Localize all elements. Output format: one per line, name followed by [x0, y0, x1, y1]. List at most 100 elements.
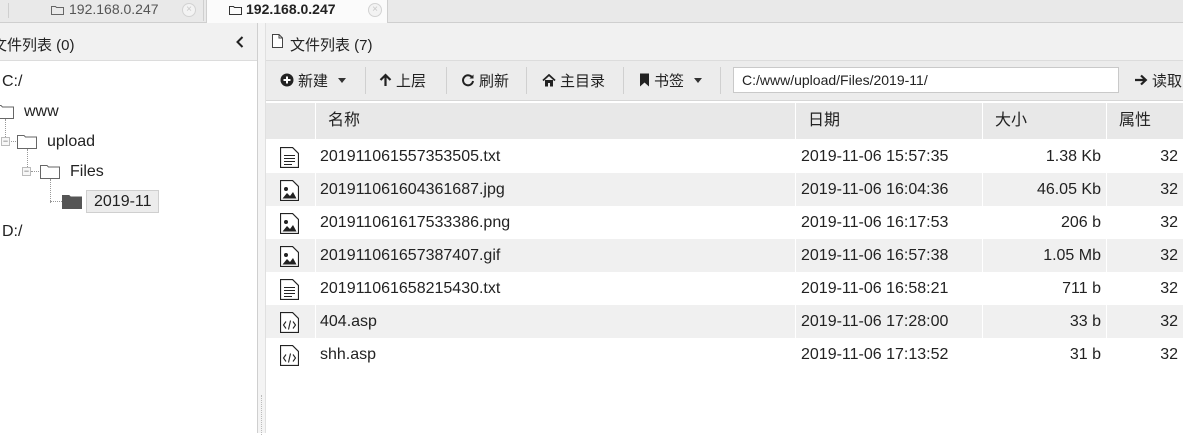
chevron-down-icon: [338, 77, 347, 83]
file-date: 2019-11-06 16:04:36: [801, 181, 949, 198]
file-name[interactable]: 201911061617533386.png: [320, 206, 510, 239]
table-row[interactable]: 201911061658215430.txt 2019-11-06 16:58:2…: [266, 272, 1183, 305]
file-name[interactable]: 404.asp: [320, 305, 377, 338]
text-file-icon: [280, 279, 299, 300]
file-date: 2019-11-06 16:57:38: [801, 247, 949, 264]
tree-node-drive-c[interactable]: C:/: [2, 73, 22, 91]
file-size: 31 b: [1069, 346, 1101, 363]
column-divider: [1106, 272, 1107, 305]
tree-node-2019-11-selected[interactable]: 2019-11: [86, 190, 159, 213]
image-file-icon: [280, 180, 299, 201]
arrow-up-icon: [379, 73, 392, 86]
close-icon[interactable]: ×: [368, 3, 382, 17]
column-divider: [315, 140, 316, 173]
file-date: 2019-11-06 16:17:53: [801, 214, 949, 231]
tree-node-www[interactable]: www: [24, 103, 59, 121]
file-name[interactable]: 201911061604361687.jpg: [320, 173, 505, 206]
image-file-icon: [280, 246, 299, 267]
up-button[interactable]: 上层: [379, 69, 426, 91]
file-size: 1.38 Kb: [1045, 148, 1101, 165]
file-date: 2019-11-06 16:58:21: [801, 280, 949, 297]
column-divider: [795, 239, 796, 272]
toolbar-divider: [365, 67, 366, 94]
table-row[interactable]: shh.asp 2019-11-06 17:13:52 31 b 32: [266, 338, 1183, 371]
path-input[interactable]: [733, 67, 1119, 93]
tab-bar: 192.168.0.247 × 192.168.0.247 ×: [0, 0, 1183, 23]
file-list-header: 文件列表 (7): [266, 23, 1183, 61]
file-list-title: 文件列表 (7): [290, 37, 373, 54]
file-attr: 32: [1160, 214, 1178, 231]
arrow-right-icon: [1135, 74, 1148, 86]
file-name[interactable]: 201911061657387407.gif: [320, 239, 500, 272]
column-divider: [795, 338, 796, 371]
tree-panel-header: 文件列表 (0): [0, 23, 257, 61]
folder-icon: [229, 6, 242, 15]
column-divider: [795, 305, 796, 338]
text-file-icon: [280, 147, 299, 168]
file-date: 2019-11-06 15:57:35: [801, 148, 949, 165]
tab-connection-2[interactable]: 192.168.0.247 ×: [206, 0, 388, 23]
refresh-button-label: 刷新: [479, 72, 510, 90]
file-name[interactable]: shh.asp: [320, 338, 376, 371]
folder-icon: [62, 195, 82, 209]
column-divider: [795, 140, 796, 173]
code-file-icon: [280, 312, 299, 333]
bookmark-button-label: 书签: [654, 72, 685, 90]
column-header-size[interactable]: 大小: [982, 103, 1106, 139]
chevron-left-icon[interactable]: [234, 35, 246, 49]
refresh-button[interactable]: 刷新: [461, 69, 509, 91]
column-divider: [315, 305, 316, 338]
table-row[interactable]: 201911061617533386.png 2019-11-06 16:17:5…: [266, 206, 1183, 239]
table-row[interactable]: 201911061657387407.gif 2019-11-06 16:57:3…: [266, 239, 1183, 272]
tree-node-upload[interactable]: upload: [47, 133, 95, 151]
toolbar-divider: [623, 67, 624, 94]
file-attr: 32: [1160, 148, 1178, 165]
splitter-grip[interactable]: [261, 395, 263, 435]
file-date: 2019-11-06 17:28:00: [801, 313, 949, 330]
toolbar-divider: [446, 67, 447, 94]
column-divider: [315, 272, 316, 305]
file-name[interactable]: 201911061557353505.txt: [320, 140, 500, 173]
collapse-toggle-icon[interactable]: −: [1, 137, 10, 146]
file-name[interactable]: 201911061658215430.txt: [320, 272, 500, 305]
tab-label: 192.168.0.247: [69, 1, 159, 17]
home-icon: [542, 73, 556, 86]
tab-edge: [0, 3, 9, 18]
table-row[interactable]: 201911061557353505.txt 2019-11-06 15:57:3…: [266, 140, 1183, 173]
home-button[interactable]: 主目录: [542, 69, 605, 91]
column-divider: [795, 272, 796, 305]
plus-circle-icon: [280, 73, 294, 87]
new-button[interactable]: 新建: [280, 69, 347, 91]
column-divider: [315, 239, 316, 272]
column-divider: [1106, 305, 1107, 338]
column-divider: [1106, 206, 1107, 239]
column-divider: [795, 206, 796, 239]
column-divider: [795, 173, 796, 206]
tab-label: 192.168.0.247: [246, 1, 336, 17]
column-header-date[interactable]: 日期: [795, 103, 982, 139]
tab-connection-1[interactable]: 192.168.0.247 ×: [0, 0, 204, 21]
bookmark-icon: [640, 73, 649, 87]
column-header-name[interactable]: 名称: [315, 103, 795, 139]
table-row[interactable]: 404.asp 2019-11-06 17:28:00 33 b 32: [266, 305, 1183, 338]
folder-icon: [0, 105, 14, 119]
panel-splitter[interactable]: [258, 23, 266, 435]
table-row[interactable]: 201911061604361687.jpg 2019-11-06 16:04:3…: [266, 173, 1183, 206]
new-button-label: 新建: [298, 72, 329, 90]
toolbar: 新建 上层 刷新 主目录 书签 C:/www/upload/Files/2019…: [266, 61, 1183, 101]
column-divider: [1106, 338, 1107, 371]
bookmark-button[interactable]: 书签: [639, 69, 703, 91]
file-size: 46.05 Kb: [1036, 181, 1101, 198]
file-attr: 32: [1160, 280, 1178, 297]
folder-icon: [40, 165, 60, 179]
file-icon: [272, 34, 283, 48]
tree-panel-title: 文件列表 (0): [0, 37, 75, 54]
collapse-toggle-icon[interactable]: −: [22, 167, 31, 176]
tree-node-files[interactable]: Files: [70, 163, 104, 181]
close-icon[interactable]: ×: [182, 3, 196, 17]
tree-node-drive-d[interactable]: D:/: [2, 223, 22, 241]
read-button[interactable]: 读取: [1134, 69, 1182, 91]
toolbar-divider: [720, 67, 721, 94]
column-header-attr[interactable]: 属性: [1106, 103, 1183, 139]
column-divider: [315, 206, 316, 239]
